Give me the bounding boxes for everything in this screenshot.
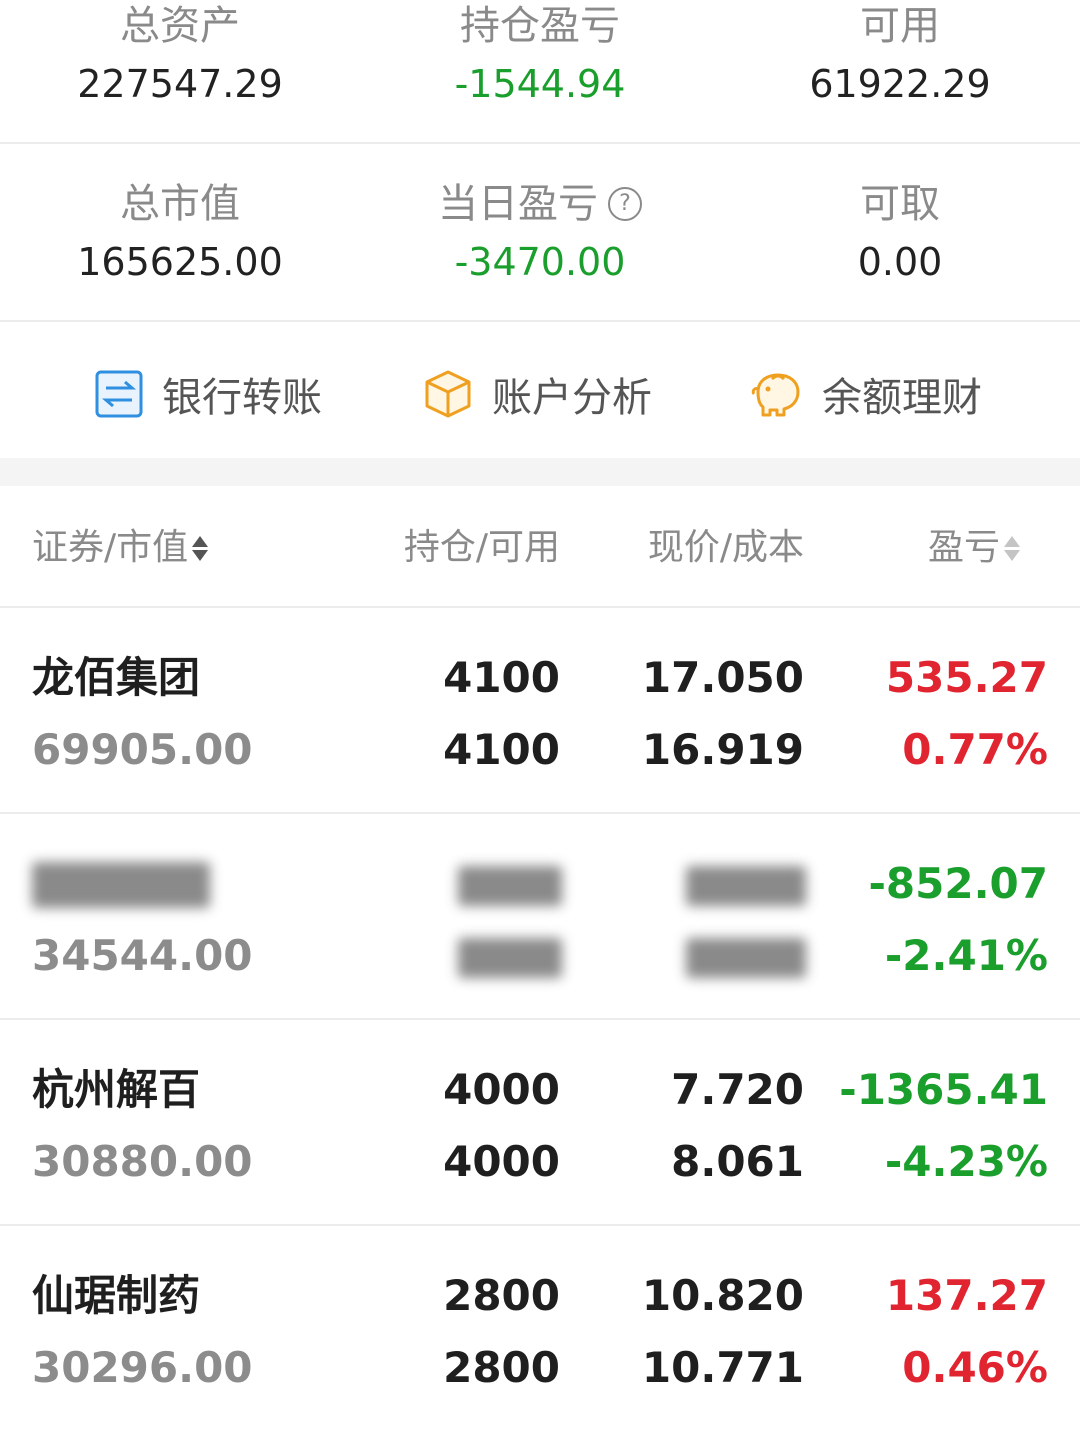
table-row[interactable]: 仙琚制药 30296.00 2800 2800 10.820 10.771 13… bbox=[0, 1226, 1080, 1430]
help-icon[interactable]: ? bbox=[608, 187, 642, 221]
current-price: 10.820 bbox=[641, 1271, 804, 1320]
col-position-label: 持仓/可用 bbox=[403, 527, 560, 568]
available-funds: 可用 61922.29 bbox=[720, 0, 1080, 110]
security-market-value: 34544.00 bbox=[32, 931, 253, 980]
available-qty: 4100 bbox=[443, 725, 560, 774]
col-pl-header[interactable]: 盈亏 bbox=[928, 524, 1020, 572]
cost-price: 8.061 bbox=[671, 1137, 804, 1186]
profit-loss: 535.27 bbox=[885, 653, 1048, 702]
col-position-header: 持仓/可用 bbox=[404, 524, 560, 572]
redacted-cost bbox=[686, 938, 806, 978]
position-pl-label: 持仓盈亏 bbox=[460, 3, 620, 49]
col-price-header: 现价/成本 bbox=[648, 524, 804, 572]
col-pl-label: 盈亏 bbox=[927, 527, 1000, 568]
withdrawable-label: 可取 bbox=[860, 181, 940, 227]
col-security-label: 证券/市值 bbox=[32, 527, 189, 568]
quick-actions: 银行转账 账户分析 余额理财 bbox=[0, 322, 1080, 458]
profit-loss-pct: 0.46% bbox=[902, 1343, 1048, 1392]
market-value-label: 总市值 bbox=[120, 181, 240, 227]
redacted-available bbox=[458, 938, 562, 978]
daily-pl-value: -3470.00 bbox=[454, 240, 626, 284]
sort-icon[interactable] bbox=[1004, 535, 1020, 561]
profit-loss: -1365.41 bbox=[839, 1065, 1048, 1114]
current-price: 17.050 bbox=[641, 653, 804, 702]
withdrawable: 可取 0.00 bbox=[720, 178, 1080, 288]
redacted-position bbox=[458, 866, 562, 906]
available-label: 可用 bbox=[860, 3, 940, 49]
daily-pl-header: 当日盈亏 ? bbox=[360, 178, 720, 230]
profit-loss-pct: -4.23% bbox=[884, 1137, 1048, 1186]
cost-price: 10.771 bbox=[641, 1343, 804, 1392]
summary-row-2: 总市值 165625.00 当日盈亏 ? -3470.00 可取 0.00 bbox=[0, 144, 1080, 322]
cost-price: 16.919 bbox=[641, 725, 804, 774]
position-pl: 持仓盈亏 -1544.94 bbox=[360, 0, 720, 110]
bank-transfer-icon bbox=[94, 369, 144, 419]
redacted-price bbox=[686, 866, 806, 906]
security-market-value: 30296.00 bbox=[32, 1343, 253, 1392]
profit-loss-pct: 0.77% bbox=[902, 725, 1048, 774]
security-market-value: 69905.00 bbox=[32, 725, 253, 774]
total-assets-label: 总资产 bbox=[120, 3, 240, 49]
holdings-table-header: 证券/市值 持仓/可用 现价/成本 盈亏 bbox=[0, 486, 1080, 608]
piggy-bank-icon bbox=[750, 368, 804, 420]
position-qty: 4000 bbox=[443, 1065, 560, 1114]
position-qty: 2800 bbox=[443, 1271, 560, 1320]
balance-finance-button[interactable]: 余额理财 bbox=[750, 364, 982, 424]
profit-loss: -852.07 bbox=[868, 859, 1048, 908]
bank-transfer-button[interactable]: 银行转账 bbox=[94, 364, 322, 424]
balance-finance-label: 余额理财 bbox=[822, 375, 982, 421]
redacted-name bbox=[32, 862, 210, 908]
position-pl-value: -1544.94 bbox=[454, 62, 626, 106]
account-analysis-button[interactable]: 账户分析 bbox=[422, 364, 652, 424]
market-value-value: 165625.00 bbox=[77, 240, 283, 284]
security-name: 仙琚制药 bbox=[32, 1271, 201, 1320]
section-divider bbox=[0, 458, 1080, 486]
col-price-label: 现价/成本 bbox=[647, 527, 804, 568]
available-qty: 2800 bbox=[443, 1343, 560, 1392]
account-analysis-label: 账户分析 bbox=[492, 375, 652, 421]
market-value: 总市值 165625.00 bbox=[0, 178, 360, 288]
col-security-header[interactable]: 证券/市值 bbox=[32, 524, 209, 572]
daily-pl[interactable]: 当日盈亏 ? -3470.00 bbox=[360, 178, 720, 288]
total-assets: 总资产 227547.29 bbox=[0, 0, 360, 110]
summary-row-1: 总资产 227547.29 持仓盈亏 -1544.94 可用 61922.29 bbox=[0, 0, 1080, 144]
position-qty: 4100 bbox=[443, 653, 560, 702]
withdrawable-value: 0.00 bbox=[857, 240, 943, 284]
available-value: 61922.29 bbox=[809, 62, 991, 106]
current-price: 7.720 bbox=[671, 1065, 804, 1114]
security-market-value: 30880.00 bbox=[32, 1137, 253, 1186]
cube-icon bbox=[422, 368, 474, 420]
sort-icon[interactable] bbox=[192, 535, 209, 561]
table-row[interactable]: 34544.00 -852.07 -2.41% bbox=[0, 814, 1080, 1020]
table-row[interactable]: 杭州解百 30880.00 4000 4000 7.720 8.061 -136… bbox=[0, 1020, 1080, 1226]
security-name: 杭州解百 bbox=[32, 1065, 201, 1114]
available-qty: 4000 bbox=[443, 1137, 560, 1186]
bank-transfer-label: 银行转账 bbox=[162, 375, 322, 421]
profit-loss-pct: -2.41% bbox=[884, 931, 1048, 980]
daily-pl-label: 当日盈亏 bbox=[438, 181, 598, 227]
total-assets-value: 227547.29 bbox=[77, 62, 283, 106]
profit-loss: 137.27 bbox=[885, 1271, 1048, 1320]
table-row[interactable]: 龙佰集团 69905.00 4100 4100 17.050 16.919 53… bbox=[0, 608, 1080, 814]
security-name: 龙佰集团 bbox=[32, 653, 201, 702]
